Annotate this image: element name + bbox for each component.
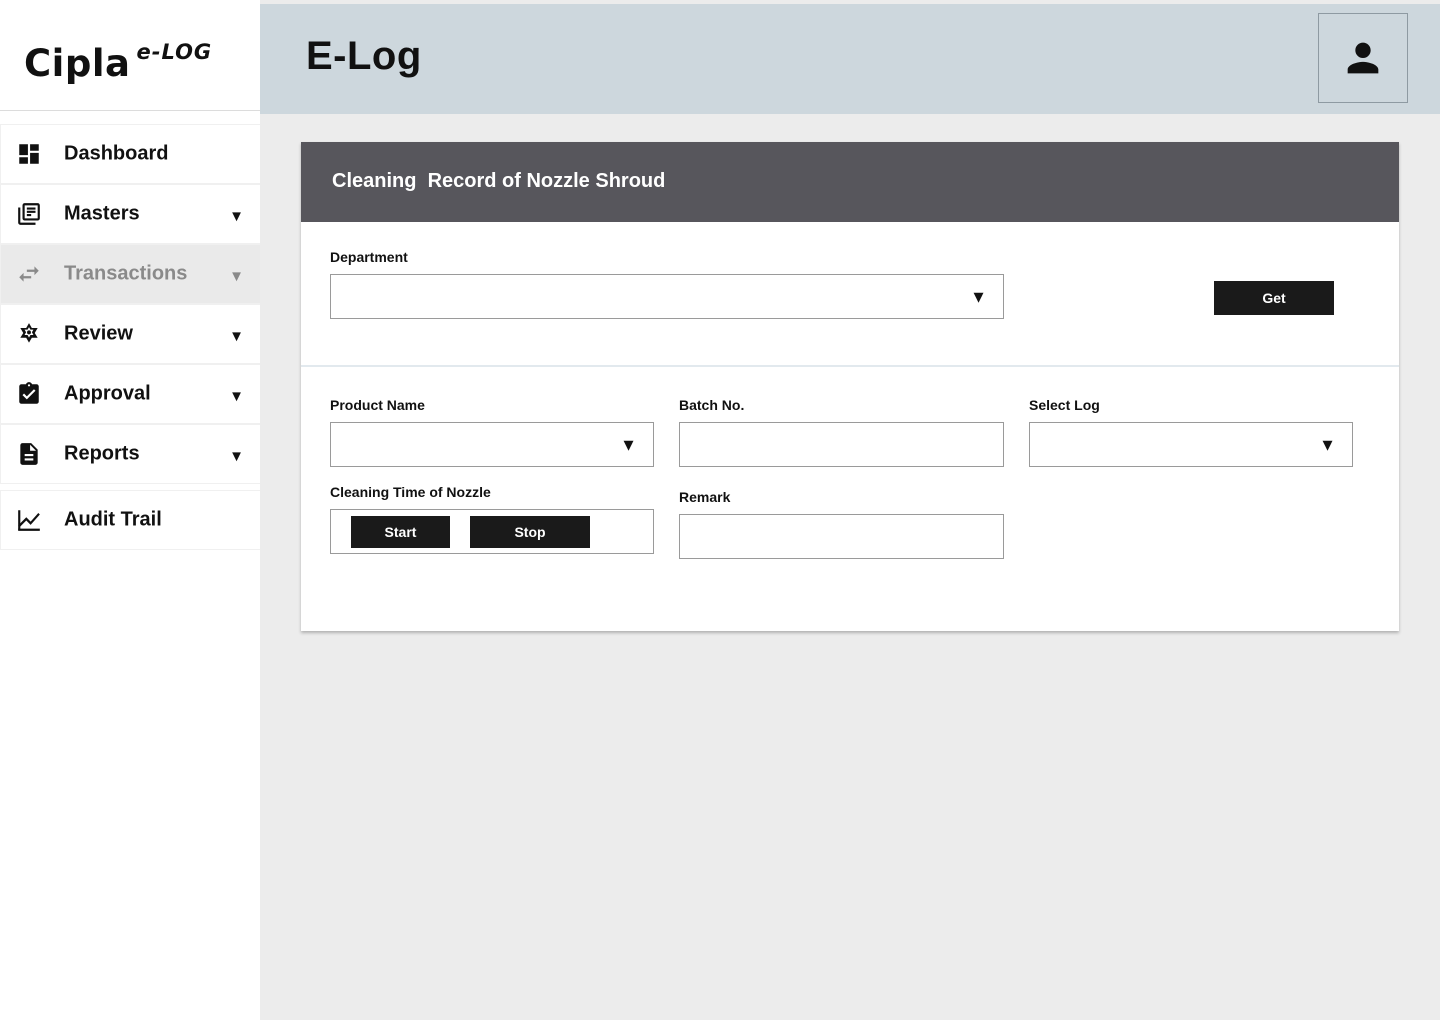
- cipla-elog-logo: Cipla e-LOG: [24, 40, 212, 90]
- form-card-header: Cleaning Record of Nozzle Shroud: [301, 142, 1399, 222]
- sidebar-item-label: Masters: [64, 202, 140, 225]
- sidebar-item-label: Approval: [64, 382, 151, 405]
- product-name-label: Product Name: [330, 397, 425, 413]
- sidebar-item-label: Dashboard: [64, 142, 169, 165]
- dashboard-icon: [15, 140, 43, 168]
- chevron-down-icon: ▼: [229, 328, 244, 346]
- section-divider: [301, 365, 1399, 367]
- header-bar: E-Log: [260, 4, 1440, 114]
- chevron-down-icon: ▼: [229, 448, 244, 466]
- sidebar-nav: Dashboard Masters ▼ Transactions ▼ Revie…: [0, 124, 260, 550]
- cleaning-time-label: Cleaning Time of Nozzle: [330, 484, 491, 500]
- sidebar-item-label: Review: [64, 322, 133, 345]
- sidebar-item-reports[interactable]: Reports ▼: [0, 424, 260, 484]
- cleaning-time-box: Start Stop: [330, 509, 654, 554]
- chevron-down-icon: ▼: [229, 388, 244, 406]
- document-icon: [15, 440, 43, 468]
- main-area: E-Log Cleaning Record of Nozzle Shroud D…: [260, 0, 1440, 1020]
- user-icon: [1347, 42, 1379, 74]
- page-title: E-Log: [306, 34, 422, 78]
- start-button[interactable]: Start: [351, 516, 450, 548]
- batch-no-label: Batch No.: [679, 397, 745, 413]
- sidebar-item-transactions[interactable]: Transactions ▼: [0, 244, 260, 304]
- product-name-select[interactable]: ▼: [330, 422, 654, 467]
- trending-chart-icon: [15, 506, 43, 534]
- sidebar-item-label: Audit Trail: [64, 508, 162, 531]
- chevron-down-icon: ▼: [229, 268, 244, 286]
- sidebar-item-label: Reports: [64, 442, 140, 465]
- user-avatar-button[interactable]: [1318, 13, 1408, 103]
- sidebar-item-dashboard[interactable]: Dashboard: [0, 124, 260, 184]
- sidebar-divider: [0, 110, 260, 111]
- sidebar-item-audit-trail[interactable]: Audit Trail: [0, 490, 260, 550]
- chevron-down-icon: ▼: [620, 434, 637, 454]
- remark-input[interactable]: [679, 514, 1004, 559]
- sidebar-item-masters[interactable]: Masters ▼: [0, 184, 260, 244]
- sidebar: Cipla e-LOG Dashboard Masters ▼ Transact…: [0, 0, 260, 1033]
- sidebar-item-approval[interactable]: Approval ▼: [0, 364, 260, 424]
- select-log-select[interactable]: ▼: [1029, 422, 1353, 467]
- stop-button[interactable]: Stop: [470, 516, 590, 548]
- batch-no-input[interactable]: [679, 422, 1004, 467]
- star-settings-icon: [15, 320, 43, 348]
- chevron-down-icon: ▼: [970, 286, 987, 306]
- form-card: Cleaning Record of Nozzle Shroud Departm…: [301, 142, 1399, 631]
- sidebar-item-review[interactable]: Review ▼: [0, 304, 260, 364]
- logo-text: Cipla: [24, 42, 131, 85]
- form-title: Cleaning Record of Nozzle Shroud: [332, 170, 666, 192]
- remark-label: Remark: [679, 489, 731, 505]
- select-log-label: Select Log: [1029, 397, 1100, 413]
- swap-arrows-icon: [15, 260, 43, 288]
- chevron-down-icon: ▼: [229, 208, 244, 226]
- chevron-down-icon: ▼: [1319, 434, 1336, 454]
- department-select[interactable]: ▼: [330, 274, 1004, 319]
- sidebar-item-label: Transactions: [64, 262, 188, 285]
- department-label: Department: [330, 249, 408, 265]
- get-button[interactable]: Get: [1214, 281, 1334, 315]
- clipboard-check-icon: [15, 380, 43, 408]
- library-books-icon: [15, 200, 43, 228]
- logo-suffix: e-LOG: [136, 40, 213, 64]
